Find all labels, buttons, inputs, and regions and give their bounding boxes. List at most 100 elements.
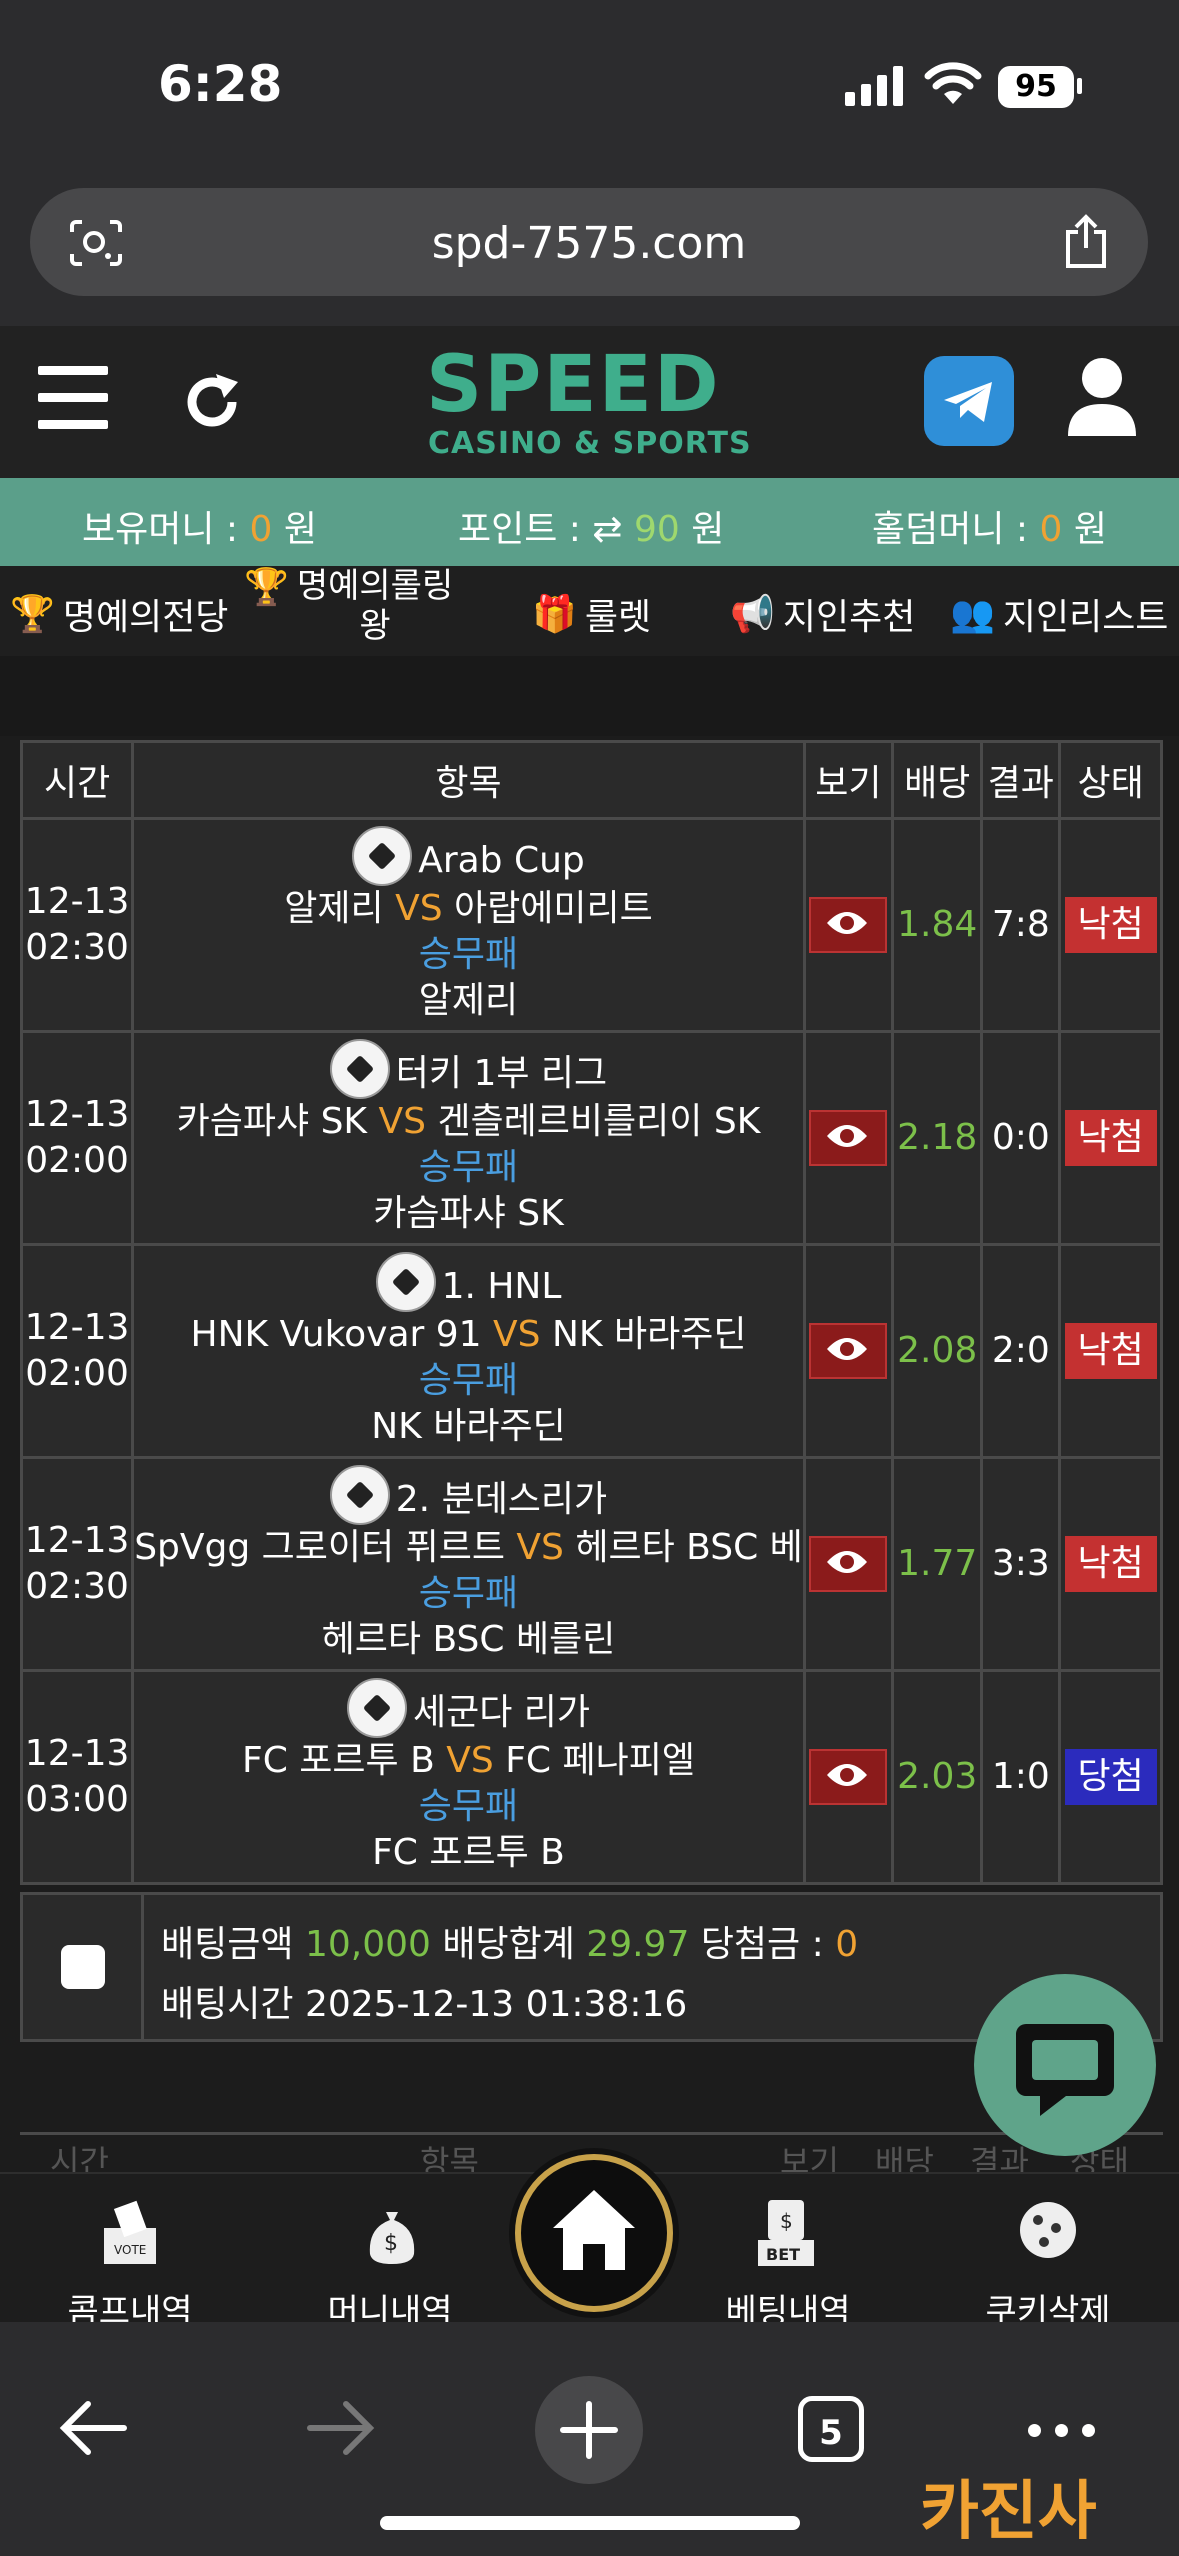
menu-rolling-king[interactable]: 🏆 명예의롤링 왕: [244, 566, 453, 646]
market: 승무패: [418, 1147, 519, 1188]
menu-referral-list[interactable]: 👥 지인리스트: [950, 588, 1168, 640]
menu-roulette[interactable]: 🎁 룰렛: [532, 588, 651, 640]
new-tab-button[interactable]: [535, 2376, 643, 2484]
bet-time: 12-13 02:00: [19, 1243, 135, 1459]
header-item: 항목: [131, 740, 806, 820]
score: 0:0: [980, 1030, 1062, 1246]
matchup: HNK Vukovar 91 VS NK 바라주딘: [190, 1314, 747, 1355]
menu-hall-of-fame[interactable]: 🏆 명예의전당: [10, 588, 228, 640]
telegram-icon[interactable]: [924, 356, 1014, 446]
matchup: 카슴파샤 SK VS 겐츨레르비를리이 SK: [176, 1101, 761, 1142]
site-header: SPEED CASINO & SPORTS: [0, 326, 1179, 478]
eye-icon: [827, 1551, 868, 1573]
view-button[interactable]: [809, 1110, 888, 1166]
status-badge: 당첨: [1064, 1749, 1157, 1805]
bet-item: 2. 분데스리가 SpVgg 그로이터 퓌르트 VS 헤르타 BSC 베 승무패 헤르…: [131, 1456, 806, 1672]
chat-icon: [1016, 2024, 1114, 2116]
view-cell: [802, 1030, 895, 1246]
svg-text:$: $: [780, 2209, 793, 2233]
vote-box-icon: VOTE: [104, 2200, 156, 2264]
spacer: [0, 656, 1179, 736]
svg-text:BET: BET: [766, 2245, 800, 2264]
cellular-signal-icon: [845, 66, 903, 106]
forward-arrow-icon[interactable]: [306, 2400, 376, 2456]
chat-button[interactable]: [974, 1974, 1156, 2156]
score: 3:3: [980, 1456, 1062, 1672]
address-bar[interactable]: spd-7575.com: [30, 188, 1148, 296]
header-status: 상태: [1058, 740, 1163, 820]
holdem-money: 홀덤머니 : 0 원: [872, 509, 1107, 550]
watermark-logo: 카진사: [920, 2475, 1097, 2549]
table-row: 12-13 02:30 2. 분데스리가 SpVgg 그로이터 퓌르트 VS 헤르타 …: [19, 1456, 1163, 1672]
league: Arab Cup: [134, 826, 803, 886]
select-checkbox[interactable]: [61, 1945, 105, 1989]
home-button[interactable]: [515, 2154, 673, 2312]
matchup: FC 포르투 B VS FC 페나피엘: [242, 1740, 695, 1781]
score: 7:8: [980, 817, 1062, 1033]
eye-icon: [827, 1764, 868, 1786]
view-cell: [802, 1669, 895, 1885]
bet-time: 12-13 02:00: [19, 1030, 135, 1246]
bet-item: 1. HNL HNK Vukovar 91 VS NK 바라주딘 승무패 NK 바라주…: [131, 1243, 806, 1459]
league: 터키 1부 리그: [134, 1039, 803, 1099]
money-bar: 보유머니 : 0 원 포인트 : ⇄ 90 원 홀덤머니 : 0 원: [0, 478, 1179, 566]
league: 세군다 리가: [134, 1678, 803, 1738]
league: 2. 분데스리가: [134, 1465, 803, 1525]
market: 승무패: [418, 1360, 519, 1401]
view-cell: [802, 1456, 895, 1672]
gift-icon: 🎁: [532, 594, 577, 635]
bet-history-table: 시간 항목 보기 배당 결과 상태 12-13 02:30 Arab Cup 알제리 …: [19, 740, 1163, 1885]
soccer-ball-icon: [329, 1039, 390, 1099]
header-result: 결과: [980, 740, 1062, 820]
status-time: 6:28: [158, 55, 283, 113]
menu-referral[interactable]: 📢 지인추천: [730, 588, 915, 640]
table-header-row: 시간 항목 보기 배당 결과 상태: [19, 740, 1163, 820]
user-profile-icon[interactable]: [1064, 356, 1140, 440]
exchange-icon[interactable]: ⇄: [592, 509, 622, 550]
status-badge: 낙첨: [1064, 1536, 1157, 1592]
bet-item: 터키 1부 리그 카슴파샤 SK VS 겐츨레르비를리이 SK 승무패 카슴파샤 SK: [131, 1030, 806, 1246]
site-logo[interactable]: SPEED: [426, 346, 721, 424]
view-button[interactable]: [809, 897, 888, 953]
picked-team: 헤르타 BSC 베를린: [321, 1619, 616, 1660]
tabs-button[interactable]: 5: [798, 2396, 864, 2462]
odds: 2.03: [891, 1669, 984, 1885]
league: 1. HNL: [134, 1252, 803, 1312]
table-row: 12-13 02:00 터키 1부 리그 카슴파샤 SK VS 겐츨레르비를리이 SK…: [19, 1030, 1163, 1246]
matchup: SpVgg 그로이터 퓌르트 VS 헤르타 BSC 베: [134, 1527, 803, 1568]
table-row: 12-13 03:00 세군다 리가 FC 포르투 B VS FC 페나피엘 승무패 FC…: [19, 1669, 1163, 1885]
browser-address-area: spd-7575.com: [0, 170, 1179, 326]
share-icon[interactable]: [1062, 214, 1110, 270]
header-time: 시간: [19, 740, 135, 820]
users-icon: 👥: [950, 594, 995, 635]
summary-bet-time: 배팅시간 2025-12-13 01:38:16: [161, 1984, 688, 2025]
back-arrow-icon[interactable]: [58, 2400, 128, 2456]
view-button[interactable]: [809, 1536, 888, 1592]
market: 승무패: [418, 1786, 519, 1827]
score: 1:0: [980, 1669, 1062, 1885]
home-icon: [553, 2190, 635, 2270]
more-options-icon[interactable]: [1028, 2422, 1109, 2441]
trophy-icon: 🏆: [244, 567, 289, 608]
battery-icon: [1077, 78, 1082, 94]
eye-icon: [827, 1125, 868, 1147]
status-cell: 낙첨: [1058, 1030, 1163, 1246]
header-view: 보기: [802, 740, 895, 820]
refresh-icon[interactable]: [180, 370, 244, 434]
status-badge: 낙첨: [1064, 1110, 1157, 1166]
bet-time: 12-13 03:00: [19, 1669, 135, 1885]
svg-text:$: $: [384, 2231, 398, 2256]
held-money: 보유머니 : 0 원: [82, 509, 317, 550]
view-cell: [802, 817, 895, 1033]
view-button[interactable]: [809, 1749, 888, 1805]
status-badge: 낙첨: [1064, 897, 1157, 953]
hamburger-menu-icon[interactable]: [38, 366, 108, 432]
table-row: 12-13 02:30 Arab Cup 알제리 VS 아랍에미리트 승무패 알제리 1.8…: [19, 817, 1163, 1033]
eye-icon: [827, 912, 868, 934]
status-badge: 낙첨: [1064, 1323, 1157, 1379]
view-button[interactable]: [809, 1323, 888, 1379]
url-text: spd-7575.com: [431, 218, 747, 269]
site-menu: 🏆 명예의전당 🏆 명예의롤링 왕 🎁 룰렛 📢 지인추천 👥 지인리스트: [0, 566, 1179, 656]
money-bag-icon: $: [369, 2212, 415, 2264]
eye-icon: [827, 1338, 868, 1360]
